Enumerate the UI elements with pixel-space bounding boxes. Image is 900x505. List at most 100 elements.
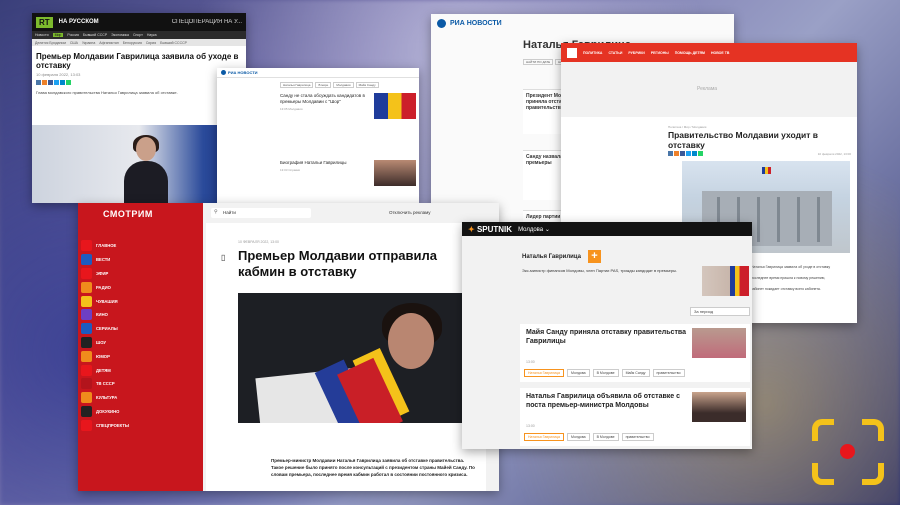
rt-screenshot: RT НА РУССКОМ СПЕЦОПЕРАЦИЯ НА У... Новос… — [32, 13, 246, 203]
rt-nav-item[interactable]: Наука — [147, 33, 157, 37]
sidebar-item[interactable]: СЕРИАЛЫ — [81, 322, 129, 336]
region-selector[interactable]: Молдова ⌄ — [518, 226, 550, 233]
sidebar-item[interactable]: ЮМОР — [81, 349, 129, 363]
rt-sub-item[interactable]: США — [70, 41, 78, 45]
tag[interactable]: Молдова — [567, 369, 590, 377]
rg-nav-item[interactable]: СТАТЬИ — [608, 51, 622, 55]
smotrim-logo[interactable]: СМОТРИМ — [78, 203, 203, 219]
card-title[interactable]: Наталья Гаврилица объявила об отставке с… — [526, 393, 686, 411]
share-whatsapp-icon[interactable] — [698, 151, 703, 156]
follow-plus-button[interactable]: + — [588, 250, 601, 263]
menu-icon — [81, 364, 92, 376]
share-whatsapp-icon[interactable] — [66, 80, 71, 86]
sidebar-item[interactable]: ШОУ — [81, 336, 129, 350]
disable-ads-link[interactable]: Отключить рекламу — [389, 210, 431, 215]
share-vk-icon[interactable] — [36, 80, 41, 86]
card-thumbnail[interactable] — [692, 328, 746, 358]
rt-nav-item[interactable]: Россия — [67, 33, 78, 37]
item-title[interactable]: Санду не стала обсуждать кандидатов в пр… — [280, 93, 365, 105]
tag[interactable]: В Молдове — [592, 369, 619, 377]
rt-sub-item[interactable]: Украина — [82, 41, 95, 45]
period-select[interactable]: За период — [690, 307, 750, 316]
tag[interactable]: Молдова — [567, 433, 590, 441]
tag[interactable]: Майя Санду — [621, 369, 650, 377]
sidebar-item[interactable]: ДОКУКИНО — [81, 405, 129, 419]
tag[interactable]: Наталья Гаврилица — [280, 82, 314, 88]
sidebar-item[interactable]: КИНО — [81, 308, 129, 322]
ria-small-list-item[interactable]: Санду не стала обсуждать кандидатов в пр… — [280, 93, 416, 119]
rt-special-link[interactable]: СПЕЦОПЕРАЦИЯ НА У... — [172, 19, 242, 25]
menu-label: КУЛЬТУРА — [96, 395, 118, 401]
tag[interactable]: Молдавия — [333, 82, 354, 88]
sidebar-item[interactable]: ДЕТЯМ — [81, 363, 129, 377]
share-facebook-icon[interactable] — [48, 80, 53, 86]
menu-label: ДЕТЯМ — [96, 367, 111, 373]
news-card[interactable]: Наталья Гаврилица объявила об отставке с… — [520, 388, 750, 446]
sidebar-item[interactable]: ГЛАВНОЕ — [81, 239, 129, 253]
rt-sub-item[interactable]: Белоруссия — [123, 41, 142, 45]
tag[interactable]: НАЙТИ ПО ДАТЕ — [523, 59, 554, 65]
sidebar-item[interactable]: РАДИО — [81, 280, 129, 294]
tag[interactable]: правительство — [652, 369, 685, 377]
sidebar-item[interactable]: КУЛЬТУРА — [81, 391, 129, 405]
share-telegram-icon[interactable] — [692, 151, 697, 156]
menu-icon — [81, 295, 92, 307]
ria-logo-icon[interactable] — [221, 70, 226, 75]
tag[interactable]: В мире — [315, 82, 332, 88]
share-telegram-icon[interactable] — [60, 80, 65, 86]
ria-logo-icon[interactable] — [437, 18, 446, 28]
rt-nav-item[interactable]: Экономика — [111, 33, 129, 37]
menu-label: ШОУ — [96, 339, 106, 345]
tag[interactable]: В Молдове — [592, 433, 619, 441]
sidebar-item[interactable]: ВЕСТИ — [81, 253, 129, 267]
ria-brand[interactable]: РИА НОВОСТИ — [450, 20, 502, 27]
rg-ad-banner[interactable]: Реклама — [561, 62, 857, 117]
sputnik-logo[interactable]: ✦ SPUTNIK — [468, 225, 512, 234]
rg-nav-item[interactable]: РЕГИОНЫ — [651, 51, 669, 55]
share-ok-icon[interactable] — [674, 151, 679, 156]
smotrim-main: Найти Отключить рекламу 10 ФЕВРАЛЯ 2022,… — [203, 203, 499, 491]
sidebar-item[interactable]: ЭФИР — [81, 267, 129, 281]
item-thumbnail[interactable] — [374, 160, 416, 186]
share-ok-icon[interactable] — [42, 80, 47, 86]
ria-small-brand[interactable]: РИА НОВОСТИ — [228, 70, 258, 75]
sidebar-item[interactable]: ЧУВАШИЯ — [81, 294, 129, 308]
rt-sub-item[interactable]: Делится Бриданом — [35, 41, 66, 45]
card-title[interactable]: Майя Санду приняла отставку правительств… — [526, 329, 686, 347]
rt-sub-item[interactable]: Бывший ССССР — [160, 41, 187, 45]
share-facebook-icon[interactable] — [680, 151, 685, 156]
rt-nav-item[interactable]: Новости — [35, 33, 49, 37]
menu-icon — [81, 405, 92, 417]
rg-nav-item[interactable]: ПОМОЩЬ ДЕТЯМ — [675, 51, 705, 55]
share-vk-icon[interactable] — [668, 151, 673, 156]
rt-sub-item[interactable]: Афганистан — [99, 41, 118, 45]
item-thumbnail[interactable] — [374, 93, 416, 119]
card-thumbnail[interactable] — [692, 392, 746, 422]
search-input[interactable]: Найти — [211, 208, 311, 218]
news-card[interactable]: Майя Санду приняла отставку правительств… — [520, 324, 750, 382]
ria-small-list-item[interactable]: Биография Натальи Гаврилицы 13:03 Справк… — [280, 160, 416, 186]
tag[interactable]: правительство — [621, 433, 654, 441]
rt-nav-item[interactable]: Мир — [52, 33, 64, 37]
rg-article-meta: 10 февраля 2022, 13:00 — [668, 151, 851, 156]
item-title[interactable]: Биография Натальи Гаврилицы — [280, 160, 365, 166]
rt-sub-item[interactable]: Сирия — [146, 41, 156, 45]
rg-nav-item[interactable]: ПОЛИТИКА — [583, 51, 602, 55]
tag[interactable]: Наталья Гаврилица — [524, 369, 564, 377]
breadcrumb[interactable]: Политика / Мир / Молдавия — [668, 125, 706, 129]
tag[interactable]: Майя Санду — [355, 82, 379, 88]
rt-logo[interactable]: RT — [36, 16, 53, 28]
sidebar-item[interactable]: СПЕЦПРОЕКТЫ — [81, 418, 129, 432]
rt-nav-item[interactable]: Бывший СССР — [83, 33, 107, 37]
share-twitter-icon[interactable] — [54, 80, 59, 86]
menu-icon — [81, 267, 92, 279]
rt-nav-item[interactable]: Спорт — [133, 33, 143, 37]
rg-nav-item[interactable]: НОВОЕ ТВ — [711, 51, 729, 55]
share-twitter-icon[interactable] — [686, 151, 691, 156]
sidebar-item[interactable]: ТВ СССР — [81, 377, 129, 391]
menu-icon — [81, 350, 92, 362]
rg-nav-item[interactable]: РУБРИКИ — [628, 51, 644, 55]
bookmark-icon[interactable]: ▯ — [221, 253, 225, 262]
tag[interactable]: Наталья Гаврилица — [524, 433, 564, 441]
rg-logo-icon[interactable] — [567, 47, 577, 58]
